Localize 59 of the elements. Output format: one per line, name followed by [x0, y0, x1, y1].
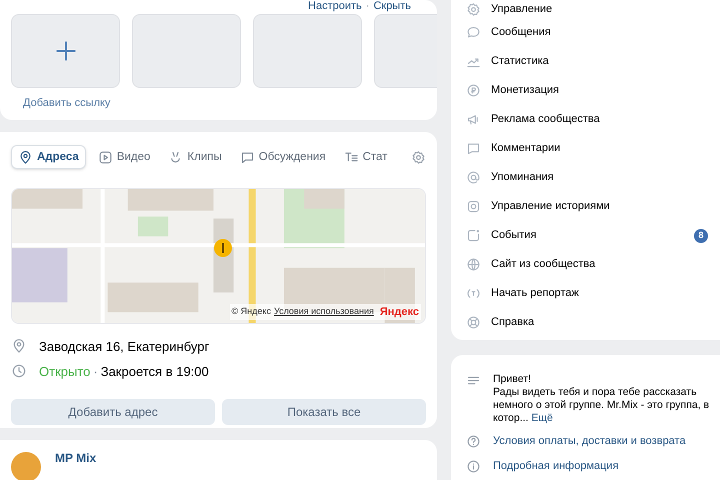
menu-item[interactable]: Сайт из сообщества [466, 250, 708, 279]
megaphone-icon [466, 112, 481, 127]
action-button[interactable]: Добавить адрес [11, 399, 215, 426]
globe-icon [466, 257, 481, 272]
chat-icon [240, 150, 255, 165]
action-button[interactable]: Показать все [222, 399, 426, 426]
menu-item[interactable]: Упоминания [466, 163, 708, 192]
count-badge: 8 [694, 228, 708, 242]
menu-item[interactable]: Реклама сообщества [466, 105, 708, 134]
add-link-tile[interactable] [11, 14, 120, 88]
tab[interactable]: Адреса [11, 145, 86, 170]
open-status: Открыто [39, 362, 90, 381]
menu-item[interactable]: Справка [466, 308, 708, 337]
map-marker-icon [214, 239, 232, 258]
map-copyright: © Яндекс [232, 305, 271, 318]
calendar-square-icon [466, 228, 481, 243]
tab[interactable]: Обсуждения [234, 145, 332, 170]
greeting-text: Привет! [493, 373, 532, 386]
comment-icon [466, 141, 481, 156]
info-icon [466, 458, 481, 474]
menu-item[interactable]: Управление историями [466, 192, 708, 221]
info-link[interactable]: Условия оплаты, доставки и возврата [493, 432, 686, 450]
menu-item[interactable]: Статистика [466, 47, 708, 76]
menu-item[interactable]: Комментарии [466, 134, 708, 163]
gear-icon [466, 2, 481, 16]
separator-dot: · [93, 362, 98, 381]
description-text: Рады видеть тебя и пора тебе рассказать немного о этой группе. Mr.Mix - это группа, в котор... Ещё [493, 386, 710, 425]
map-logo: Яндекс [380, 304, 419, 320]
menu-item[interactable]: Монетизация [466, 76, 708, 105]
tab[interactable]: Видео [92, 145, 156, 170]
clock-icon [11, 363, 27, 380]
address-text: Заводская 16, Екатеринбург [39, 338, 210, 356]
menu-item[interactable]: Управление [466, 0, 708, 18]
location-pin-icon [11, 338, 27, 354]
broadcast-icon [466, 286, 481, 301]
tab[interactable]: Стат [338, 145, 394, 170]
closing-time: Закроется в 19:00 [100, 362, 209, 381]
tab[interactable]: Клипы [162, 145, 228, 170]
more-link[interactable]: Ещё [531, 412, 553, 424]
add-link-label[interactable]: Добавить ссылку [23, 95, 110, 112]
info-link[interactable]: Подробная информация [493, 458, 619, 474]
separator-dot: · [366, 0, 370, 12]
menu-item[interactable]: Сообщения [466, 18, 708, 47]
link[interactable]: Скрыть [373, 0, 411, 12]
lifebuoy-icon [466, 315, 481, 330]
settings-icon [411, 150, 426, 165]
video-icon [98, 150, 113, 165]
camera-icon [466, 199, 481, 214]
author-name[interactable]: MP Mix [55, 452, 96, 464]
at-sign-icon [466, 170, 481, 185]
menu-item[interactable]: События 8 [466, 221, 708, 250]
question-icon [466, 434, 481, 448]
terms-link[interactable]: Условия использования [274, 305, 374, 319]
menu-item[interactable]: Начать репортаж [466, 279, 708, 308]
link[interactable]: Настроить [308, 0, 362, 12]
ruble-coin-icon [466, 83, 481, 98]
chat-bubble-icon [466, 25, 481, 40]
location-pin-icon [18, 150, 33, 165]
avatar[interactable] [11, 452, 41, 480]
